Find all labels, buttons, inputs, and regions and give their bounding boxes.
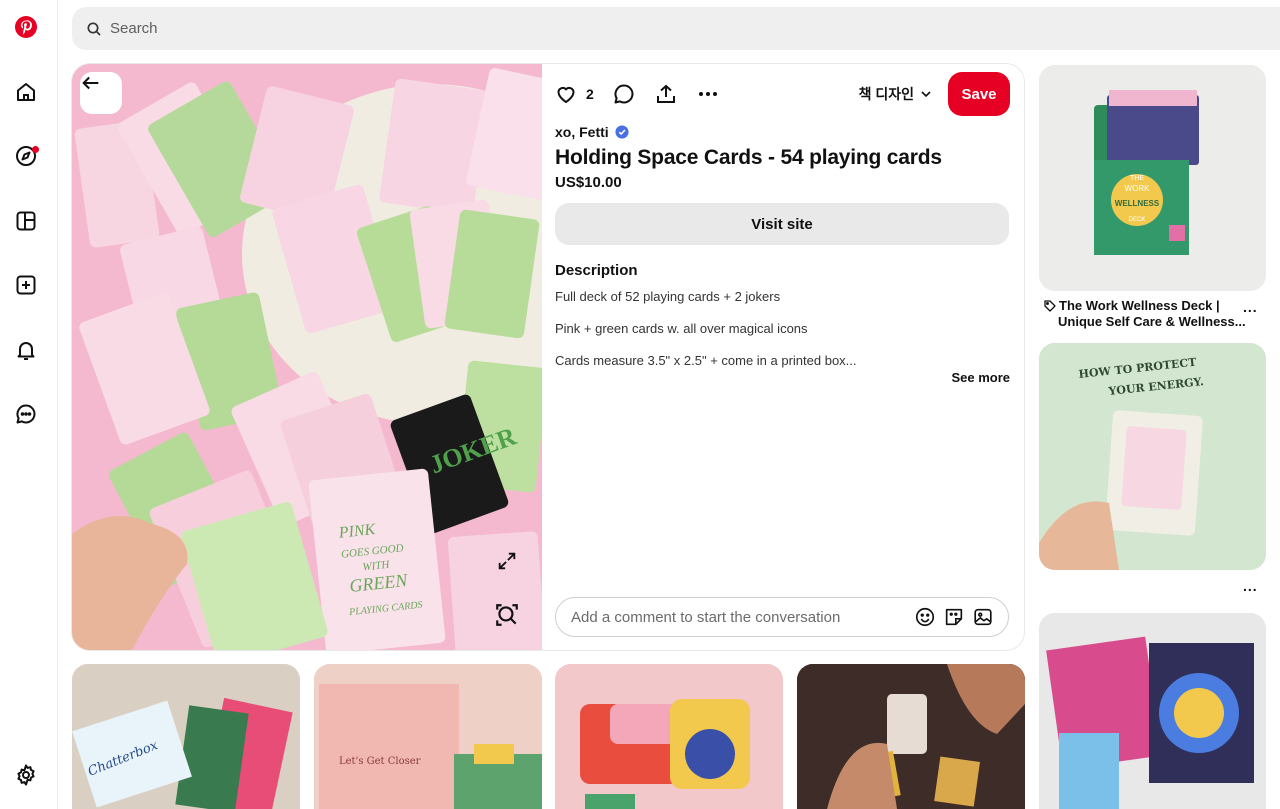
board-selector[interactable]: 책 디자인 (859, 84, 932, 104)
explore-compass-icon[interactable] (13, 143, 39, 169)
pin-detail-panel: 2 책 디자인 Save xo, Fetti Holding Space Car… (542, 64, 1024, 650)
emoji-icon[interactable] (914, 606, 936, 628)
visual-search-button[interactable] (494, 602, 528, 636)
related-pin[interactable]: HOW TO PROTECT YOUR ENERGY. (1039, 343, 1266, 570)
heart-icon (557, 86, 575, 103)
related-pin-more-button[interactable]: ... (1243, 578, 1258, 594)
sticker-icon[interactable] (943, 606, 965, 628)
messages-icon[interactable] (13, 401, 39, 427)
description-line: Pink + green cards w. all over magical i… (555, 321, 808, 336)
image-upload-icon[interactable] (972, 606, 994, 628)
related-pin[interactable]: Let's Get Closer (314, 664, 542, 809)
pin-title: Holding Space Cards - 54 playing cards (555, 146, 942, 169)
lets-get-closer-text: Let's Get Closer (339, 756, 421, 767)
description-line: Cards measure 3.5" x 2.5" + come in a pr… (555, 353, 857, 368)
comment-input[interactable] (571, 608, 901, 626)
home-icon[interactable] (13, 79, 39, 105)
tin-cards-image (555, 664, 783, 809)
visit-site-button[interactable]: Visit site (555, 203, 1009, 245)
energy-cards-image: HOW TO PROTECT YOUR ENERGY. (1039, 343, 1266, 570)
creator-name[interactable]: xo, Fetti (555, 124, 629, 140)
description-line: Full deck of 52 playing cards + 2 jokers (555, 289, 781, 304)
related-pin[interactable] (555, 664, 783, 809)
gift-box-image (1039, 613, 1266, 809)
arrow-left-icon (82, 76, 99, 90)
related-pin-title-line2: Unique Self Care & Wellness... (1058, 314, 1246, 329)
playing-cards-illustration: JOKER PINK GOES GOOD WITH GREEN PLAYING … (72, 64, 542, 650)
wellness-deck-image: THE WORK WELLNESS DECK (1039, 65, 1266, 291)
expand-icon (498, 552, 516, 570)
save-button[interactable]: Save (948, 72, 1010, 116)
pin-image[interactable]: JOKER PINK GOES GOOD WITH GREEN PLAYING … (72, 64, 542, 650)
related-pin[interactable] (1039, 613, 1266, 809)
pinterest-logo-icon[interactable] (13, 14, 39, 40)
board-name: 책 디자인 (858, 86, 914, 102)
back-button[interactable] (80, 72, 122, 114)
deck-text-3: WELLNESS (1115, 199, 1160, 208)
search-bar[interactable] (72, 7, 1280, 50)
settings-gear-icon[interactable] (13, 762, 39, 788)
chatterbox-cards-image: Chatterbox (72, 664, 300, 809)
lets-get-closer-image: Let's Get Closer (314, 664, 542, 809)
like-count: 2 (586, 86, 594, 102)
ellipsis-icon (698, 92, 717, 96)
comment-field[interactable] (555, 597, 1009, 637)
comment-tools (907, 606, 994, 628)
search-input[interactable] (110, 20, 510, 37)
comment-bubble-icon (614, 84, 634, 104)
related-pin-title-line1: The Work Wellness Deck | (1059, 298, 1220, 313)
verified-badge-icon (615, 125, 629, 139)
tag-icon (1044, 300, 1056, 312)
lens-search-icon (496, 604, 518, 626)
related-pin-more-button[interactable]: ... (1243, 299, 1258, 315)
creator-label: xo, Fetti (555, 124, 609, 140)
deck-text-1: THE (1130, 175, 1144, 182)
boards-icon[interactable] (13, 208, 39, 234)
pin-action-bar: 2 (554, 72, 738, 116)
description-heading: Description (555, 262, 638, 279)
share-button[interactable] (654, 76, 678, 112)
related-pin[interactable]: Chatterbox (72, 664, 300, 809)
expand-button[interactable] (496, 550, 524, 578)
see-more-link[interactable]: See more (951, 370, 1010, 385)
related-pin-title[interactable]: The Work Wellness Deck | Unique Self Car… (1044, 298, 1246, 330)
create-plus-icon[interactable] (13, 272, 39, 298)
related-pin[interactable]: THE WORK WELLNESS DECK (1039, 65, 1266, 291)
comment-button[interactable] (612, 76, 636, 112)
deck-text-4: DECK (1129, 217, 1146, 223)
more-options-button[interactable] (696, 76, 720, 112)
chevron-down-icon (921, 91, 931, 98)
card-game-table-image (797, 664, 1025, 809)
related-pin[interactable] (797, 664, 1025, 809)
pin-closeup: JOKER PINK GOES GOOD WITH GREEN PLAYING … (72, 64, 1024, 650)
notifications-bell-icon[interactable] (13, 337, 39, 363)
like-button[interactable]: 2 (554, 76, 594, 112)
side-navigation (0, 0, 58, 809)
notification-dot (32, 146, 39, 153)
share-icon (656, 84, 675, 103)
price: US$10.00 (555, 174, 622, 191)
deck-text-2: WORK (1125, 184, 1151, 193)
search-icon (87, 22, 101, 36)
